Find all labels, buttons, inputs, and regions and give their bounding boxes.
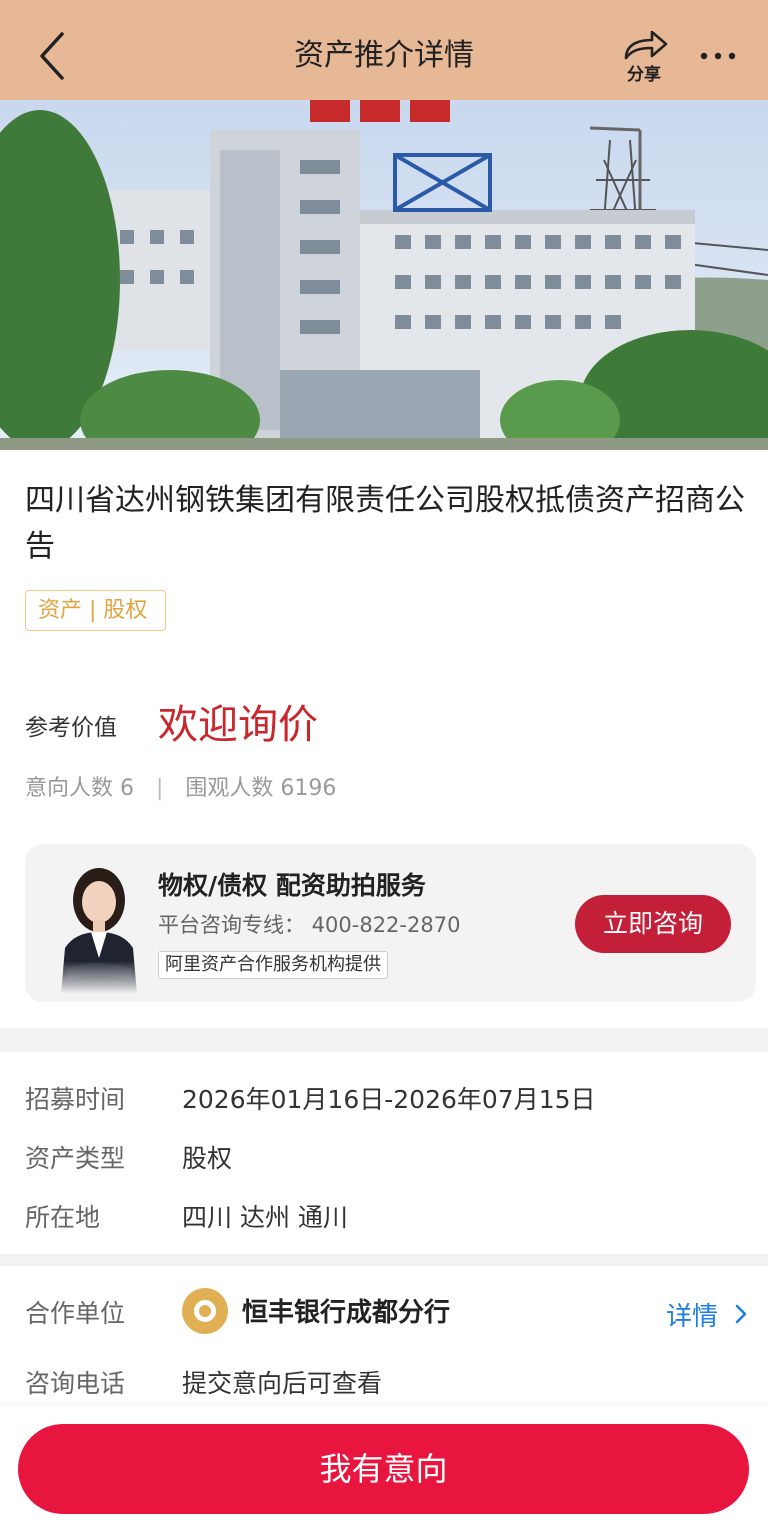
view-count: 围观人数 6196 bbox=[185, 776, 337, 801]
asset-tag: 资产 | 股权 bbox=[25, 590, 166, 631]
more-button[interactable] bbox=[696, 38, 740, 74]
stats-separator: | bbox=[156, 776, 164, 801]
banner-carousel[interactable] bbox=[0, 100, 768, 450]
service-provider-badge: 阿里资产合作服务机构提供 bbox=[158, 951, 388, 979]
partner-detail-link[interactable]: 详情 bbox=[666, 1296, 718, 1333]
location-value: 四川 达州 通川 bbox=[182, 1203, 348, 1232]
share-label: 分享 bbox=[627, 65, 661, 85]
consultant-avatar bbox=[55, 862, 143, 994]
intent-count: 意向人数 6 bbox=[25, 776, 134, 801]
partner-label: 合作单位 bbox=[25, 1299, 126, 1328]
chevron-left-icon bbox=[40, 32, 64, 80]
asset-type-label: 资产类型 bbox=[25, 1144, 126, 1173]
share-button[interactable]: 分享 bbox=[616, 28, 672, 85]
bottom-action-bar: 我有意向 bbox=[0, 1406, 768, 1532]
nav-bar: 资产推介详情 分享 bbox=[0, 0, 768, 100]
consult-phone-label: 咨询电话 bbox=[25, 1369, 126, 1398]
share-icon bbox=[624, 30, 668, 60]
banner-image bbox=[0, 100, 768, 450]
recruit-time-label: 招募时间 bbox=[25, 1085, 126, 1114]
location-label: 所在地 bbox=[25, 1203, 101, 1232]
service-title: 物权/债权 配资助拍服务 bbox=[158, 871, 426, 900]
stats-row: 意向人数 6 | 围观人数 6196 bbox=[25, 770, 336, 802]
partner-name: 恒丰银行成都分行 bbox=[242, 1298, 451, 1328]
consult-phone-value: 提交意向后可查看 bbox=[182, 1369, 383, 1398]
chevron-right-icon[interactable] bbox=[734, 1302, 748, 1326]
consult-now-button[interactable]: 立即咨询 bbox=[575, 895, 731, 953]
asset-type-value: 股权 bbox=[182, 1144, 233, 1173]
more-icon bbox=[700, 52, 736, 60]
service-card: 物权/债权 配资助拍服务 平台咨询专线： 400-822-2870 阿里资产合作… bbox=[25, 844, 756, 1002]
reference-value-label: 参考价值 bbox=[25, 715, 117, 741]
reference-value: 欢迎询价 bbox=[158, 702, 318, 748]
section-divider bbox=[0, 1254, 768, 1266]
section-divider bbox=[0, 1028, 768, 1052]
back-button[interactable] bbox=[30, 28, 74, 84]
intent-button[interactable]: 我有意向 bbox=[18, 1424, 749, 1514]
bank-logo-icon bbox=[182, 1288, 228, 1334]
service-hotline: 平台咨询专线： 400-822-2870 bbox=[158, 913, 461, 937]
recruit-time-value: 2026年01月16日-2026年07月15日 bbox=[182, 1085, 596, 1114]
asset-title: 四川省达州钢铁集团有限责任公司股权抵债资产招商公告 bbox=[25, 483, 745, 564]
